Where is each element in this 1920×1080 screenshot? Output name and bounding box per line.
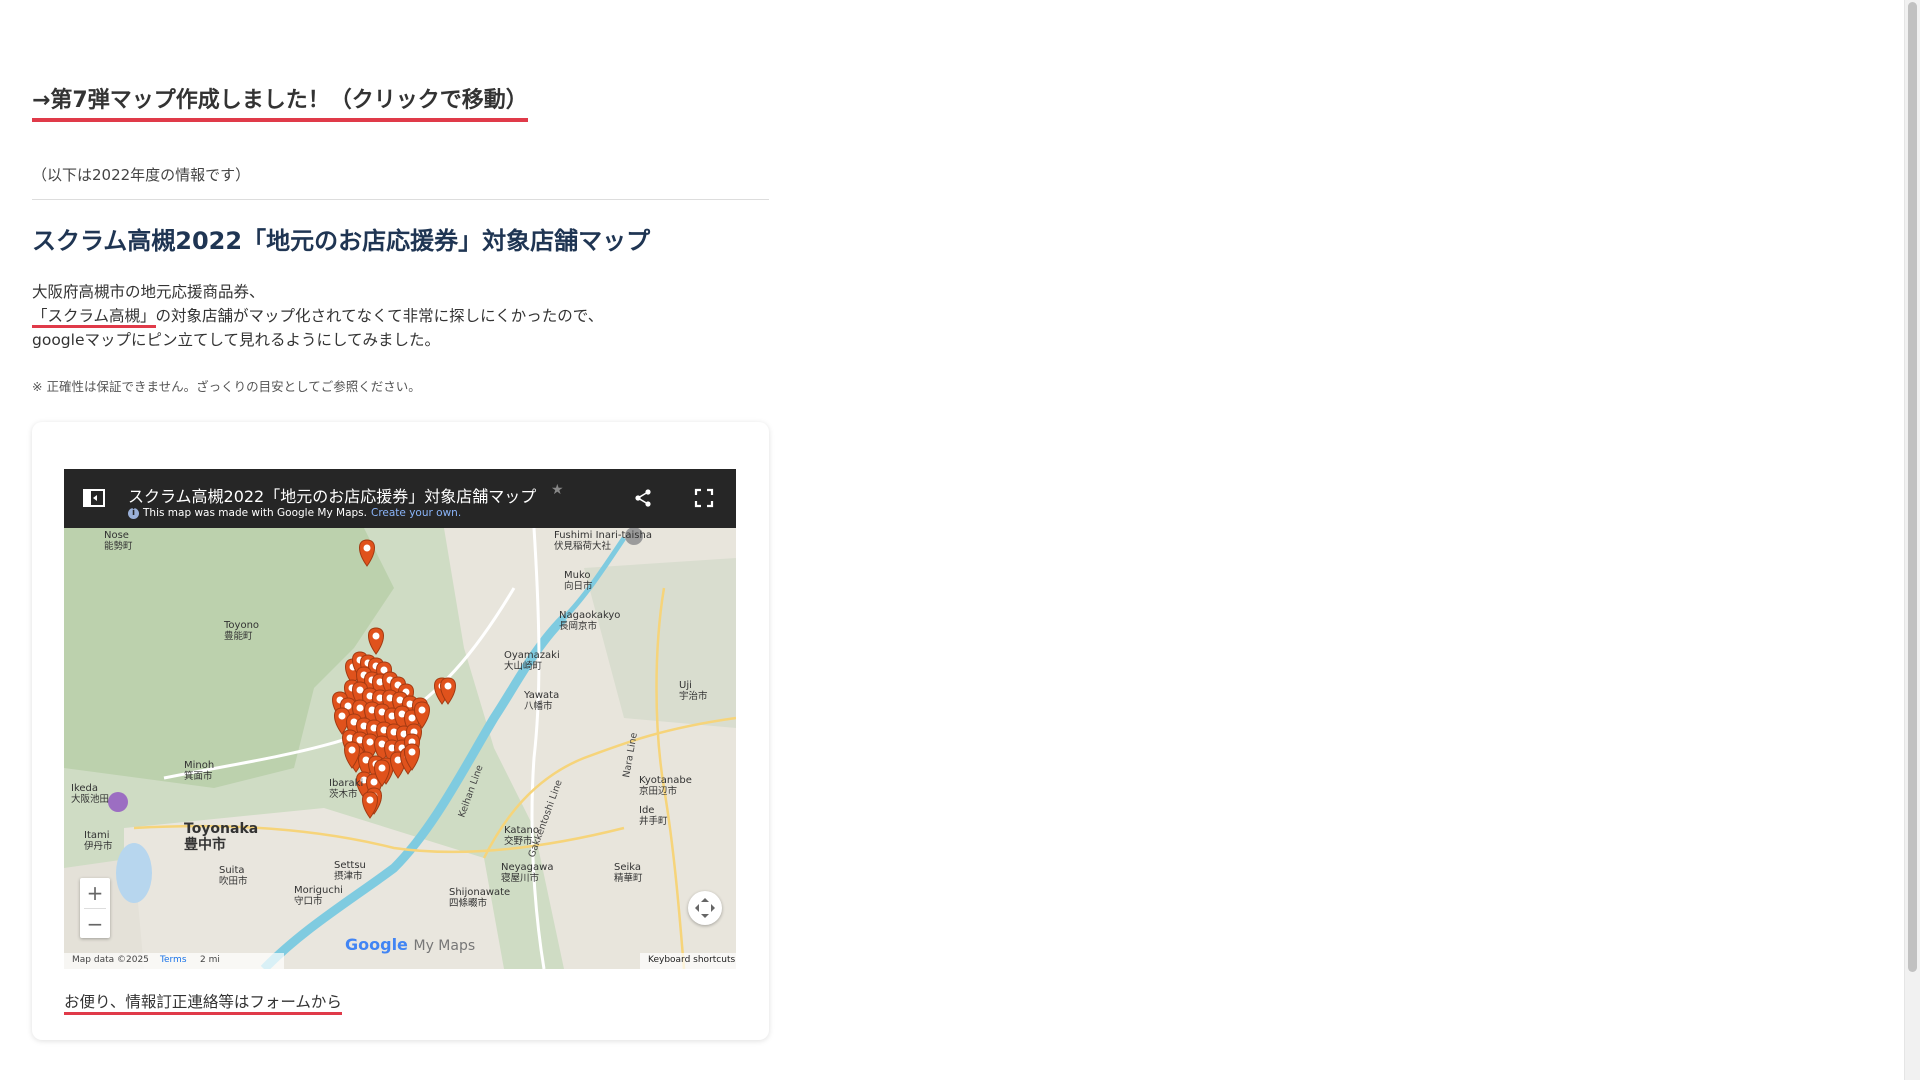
place-label: Muko <box>564 570 591 581</box>
place-label: Suita <box>219 865 245 876</box>
place-label: Kyotanabe <box>639 775 692 786</box>
place-label: Itami <box>84 830 110 841</box>
info-icon: i <box>128 507 139 519</box>
map-title: スクラム高槻2022「地元のお店応援券」対象店舗マップ <box>128 487 537 506</box>
description-line-2: 「スクラム高槻」の対象店舗がマップ化されてなくて非常に探しにくかったので、 <box>32 304 603 328</box>
scrollbar-thumb[interactable] <box>1908 2 1917 972</box>
place-label-kanji: 伊丹市 <box>84 840 113 852</box>
google-my-maps-logo: Google My Maps <box>345 935 475 954</box>
contact-form-link[interactable]: お便り、情報訂正連絡等はフォームから <box>64 992 342 1015</box>
place-label: Toyono <box>223 620 259 631</box>
scale-text: 2 mi <box>200 955 220 965</box>
place-label: Uji <box>679 680 692 691</box>
place-label: Ikeda <box>71 783 98 794</box>
description-line-1: 大阪府高槻市の地元応援商品券、 <box>32 283 265 301</box>
place-label-kanji: 寝屋川市 <box>501 872 540 884</box>
place-label: Oyamazaki <box>504 650 560 661</box>
description-line-3: googleマップにピン立てして見れるようにしてみました。 <box>32 331 441 349</box>
place-label: Toyonaka <box>184 821 258 837</box>
description-line-2-text: の対象店舗がマップ化されてなくて非常に探しにくかったので、 <box>155 307 604 325</box>
place-label-kanji: 摂津市 <box>334 870 363 882</box>
keyboard-shortcuts-link[interactable]: Keyboard shortcuts <box>648 955 735 965</box>
embedded-map[interactable]: スクラム高槻2022「地元のお店応援券」対象店舗マップ ★ i This map… <box>64 469 736 969</box>
fit-bounds-button[interactable] <box>688 891 722 925</box>
place-label-kanji: 井手町 <box>639 815 668 827</box>
place-label-kanji: 守口市 <box>294 895 323 907</box>
place-label-kanji: 豊中市 <box>184 836 226 853</box>
place-label: Yawata <box>523 690 559 701</box>
map-data-text: Map data ©2025 <box>72 955 149 965</box>
place-label-kanji: 八幡市 <box>524 700 553 712</box>
place-label: Nagaokakyo <box>559 610 620 621</box>
made-with-text: This map was made with Google My Maps. <box>143 507 367 519</box>
description: 大阪府高槻市の地元応援商品券、 「スクラム高槻」の対象店舗がマップ化されてなくて… <box>32 280 603 352</box>
place-label-kanji: 京田辺市 <box>639 785 678 797</box>
place-label-kanji: 長岡京市 <box>559 620 598 632</box>
place-label: Minoh <box>184 760 214 771</box>
map-footer: Map data ©2025 Terms 2 mi Keyboard short… <box>64 953 736 969</box>
zoom-control: + − <box>80 878 110 938</box>
place-label-kanji: 箕面市 <box>184 770 213 782</box>
place-label: Settsu <box>334 860 366 871</box>
map-card: スクラム高槻2022「地元のお店応援券」対象店舗マップ ★ i This map… <box>32 422 769 1040</box>
place-label: Seika <box>614 862 641 873</box>
place-label: Nose <box>104 530 129 541</box>
star-icon[interactable]: ★ <box>551 482 564 498</box>
place-label-kanji: 能勢町 <box>104 540 133 552</box>
place-label: Moriguchi <box>294 885 343 896</box>
place-label-kanji: 豊能町 <box>224 630 253 642</box>
place-label-kanji: 交野市 <box>504 835 533 847</box>
create-your-own-link[interactable]: Create your own. <box>371 507 461 519</box>
sidebar-toggle-icon[interactable] <box>82 487 106 509</box>
seventh-map-link[interactable]: →第7弾マップ作成しました！（クリックで移動） <box>32 86 528 122</box>
place-label-kanji: 大阪池田 <box>71 793 109 805</box>
place-label: Shijonawate <box>449 887 510 898</box>
place-label: Ide <box>639 805 654 816</box>
place-label: Neyagawa <box>501 862 553 873</box>
place-label-kanji: 宇治市 <box>679 690 708 702</box>
google-logo-text: Google <box>345 935 408 954</box>
scrum-takatsuki-link[interactable]: 「スクラム高槻」 <box>32 307 156 328</box>
place-label-kanji: 向日市 <box>564 580 593 592</box>
zoom-out-button[interactable]: − <box>80 909 110 939</box>
year-note: （以下は2022年度の情報です） <box>32 166 251 184</box>
scrollbar[interactable] <box>1904 0 1920 1080</box>
place-label: Fushimi Inari-taisha <box>554 530 652 541</box>
place-label-kanji: 大山崎町 <box>504 660 543 672</box>
divider <box>32 199 769 200</box>
my-maps-text: My Maps <box>413 938 476 954</box>
page-title: スクラム高槻2022「地元のお店応援券」対象店舗マップ <box>32 227 651 255</box>
map-header: スクラム高槻2022「地元のお店応援券」対象店舗マップ ★ i This map… <box>64 469 736 528</box>
map-tiles: Nose能勢町 Fushimi Inari-taisha伏見稲荷大社 Muko向日市… <box>64 528 736 969</box>
made-with-notice: i This map was made with Google My Maps.… <box>128 507 461 519</box>
place-label: Ibaraki <box>329 778 363 789</box>
fullscreen-icon[interactable] <box>692 486 716 510</box>
place-label-kanji: 四條畷市 <box>449 897 488 909</box>
terms-link[interactable]: Terms <box>160 955 187 965</box>
share-icon[interactable] <box>632 487 654 509</box>
place-label-kanji: 伏見稲荷大社 <box>554 540 612 552</box>
place-label-kanji: 精華町 <box>614 872 643 884</box>
fit-bounds-icon <box>695 898 715 918</box>
place-label-kanji: 茨木市 <box>329 788 358 800</box>
place-label-kanji: 吹田市 <box>219 875 248 887</box>
disclaimer: ※ 正確性は保証できません。ざっくりの目安としてご参照ください。 <box>32 379 421 394</box>
map-canvas[interactable]: Nose 能勢町 Fushimi Inari-taisha 伏見稲荷大社 Muko 向日市… <box>64 528 736 969</box>
zoom-in-button[interactable]: + <box>80 878 110 908</box>
